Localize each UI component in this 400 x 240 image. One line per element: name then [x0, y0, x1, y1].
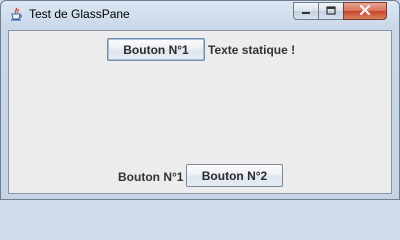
java-icon[interactable]: [9, 7, 23, 21]
bouton-1-label: Bouton N°1: [118, 170, 184, 184]
maximize-button[interactable]: [318, 2, 344, 20]
bouton-1-button[interactable]: Bouton N°1: [107, 38, 205, 61]
minimize-button[interactable]: [293, 2, 319, 20]
application-window: Test de GlassPane Bouton N°1 Texte stati…: [0, 0, 400, 200]
close-button[interactable]: [343, 2, 387, 20]
minimize-icon: [301, 2, 311, 20]
close-icon: [359, 2, 371, 20]
static-text-label: Texte statique !: [208, 43, 296, 57]
bouton-2-button[interactable]: Bouton N°2: [186, 164, 283, 187]
title-bar[interactable]: Test de GlassPane: [1, 1, 399, 27]
window-title: Test de GlassPane: [29, 7, 130, 21]
content-pane: Bouton N°1 Texte statique ! Bouton N°1 B…: [8, 30, 392, 194]
maximize-icon: [326, 2, 336, 20]
